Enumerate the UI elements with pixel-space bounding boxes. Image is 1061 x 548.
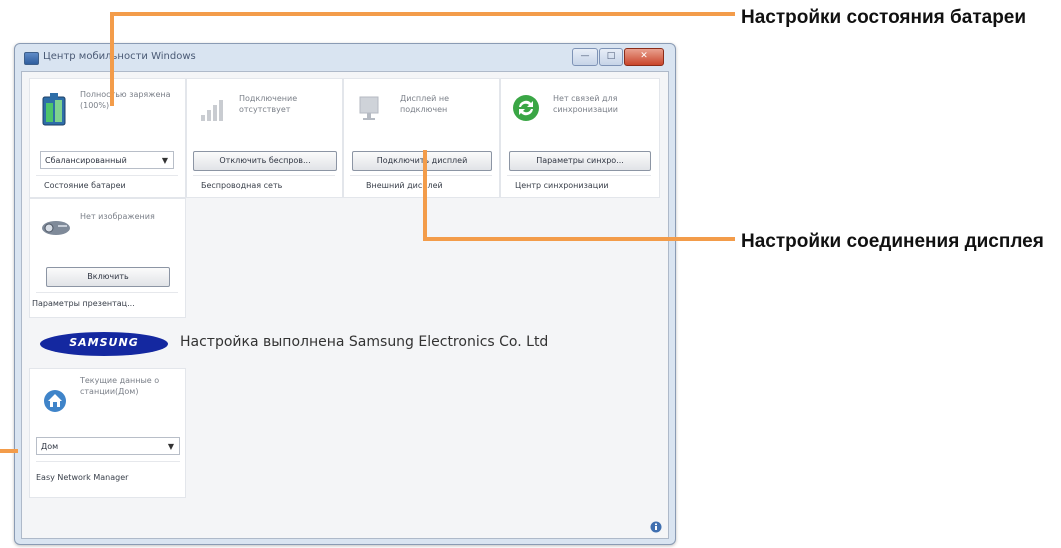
home-network-icon[interactable] [42,387,68,413]
external-display-icon[interactable] [356,93,386,123]
tiles-panel: Полностью заряжена (100%) Сбалансированн… [21,71,669,539]
display-callout-line-horizontal [423,237,735,241]
battery-tile: Полностью заряжена (100%) Сбалансированн… [29,78,186,198]
power-plan-select[interactable]: Сбалансированный ▼ [40,151,174,169]
network-tile: Текущие данные о станции(Дом) Дом ▼ Easy… [29,368,186,498]
info-icon[interactable] [650,518,662,533]
network-callout-line [0,449,18,453]
mobility-center-icon [24,52,39,65]
battery-icon[interactable] [40,91,70,127]
network-profile-value: Дом [41,442,59,451]
power-plan-value: Сбалансированный [45,156,127,165]
minimize-button[interactable]: — [572,48,598,66]
battery-callout-label: Настройки состояния батареи [741,6,1041,30]
window-title: Центр мобильности Windows [43,51,196,62]
disable-wireless-button[interactable]: Отключить беспров... [193,151,337,171]
wireless-caption[interactable]: Беспроводная сеть [201,181,282,190]
samsung-banner-text: Настройка выполнена Samsung Electronics … [180,334,549,350]
connect-display-button[interactable]: Подключить дисплей [352,151,492,171]
presentation-status: Нет изображения [80,212,155,221]
projector-icon[interactable] [40,215,72,237]
presentation-caption[interactable]: Параметры презентац... [32,299,135,308]
chevron-down-icon: ▼ [161,156,168,165]
display-status: Дисплей не подключен [400,94,450,114]
battery-callout-line-vertical [110,12,114,106]
sync-settings-button[interactable]: Параметры синхро... [509,151,651,171]
chevron-down-icon: ▼ [167,442,174,451]
sync-tile: Нет связей для синхронизации Параметры с… [500,78,660,198]
samsung-logo: SAMSUNG [38,330,170,358]
battery-status: Полностью заряжена (100%) [80,90,171,110]
title-bar[interactable]: Центр мобильности Windows — □ ✕ [15,44,675,70]
display-callout-label: Настройки соединения дисплея [741,230,1056,254]
wireless-signal-icon[interactable] [199,95,229,123]
sync-status: Нет связей для синхронизации [553,94,618,114]
external-display-tile: Дисплей не подключен Подключить дисплей … [343,78,500,198]
display-caption[interactable]: Внешний дисплей [366,181,443,190]
sync-icon[interactable] [511,93,541,123]
network-profile-select[interactable]: Дом ▼ [36,437,180,455]
network-status: Текущие данные о станции(Дом) [80,376,160,396]
maximize-button[interactable]: □ [599,48,623,66]
sync-caption[interactable]: Центр синхронизации [515,181,609,190]
display-callout-line-vertical [423,150,427,240]
wireless-tile: Подключение отсутствует Отключить беспро… [186,78,343,198]
wireless-status: Подключение отсутствует [239,94,298,114]
battery-callout-line-horizontal [110,12,735,16]
close-button[interactable]: ✕ [624,48,664,66]
display-callout-text: Настройки соединения дисплея [741,231,1044,252]
battery-callout-text: Настройки состояния батареи [741,7,1027,28]
battery-caption[interactable]: Состояние батареи [44,181,126,190]
mobility-center-window: Центр мобильности Windows — □ ✕ Полность… [14,43,676,545]
network-caption[interactable]: Easy Network Manager [36,473,128,482]
enable-presentation-button[interactable]: Включить [46,267,170,287]
samsung-logo-text: SAMSUNG [69,336,139,349]
presentation-tile: Нет изображения Включить Параметры презе… [29,198,186,318]
